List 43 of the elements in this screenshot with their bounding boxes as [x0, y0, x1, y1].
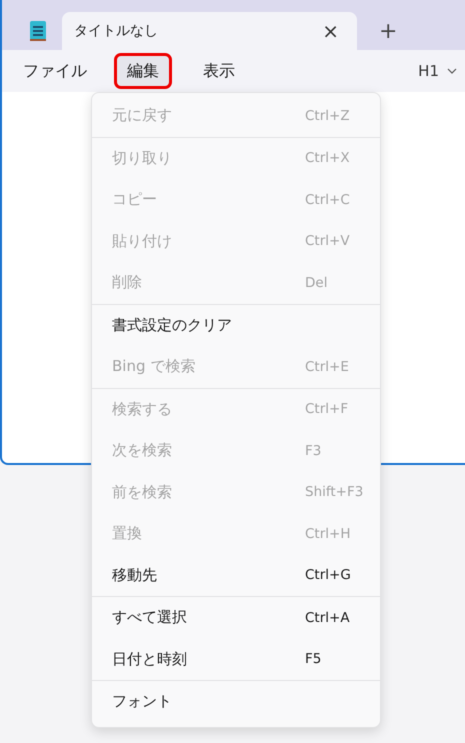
option-label: すべて選択: [112, 608, 188, 628]
option-label: フォント: [112, 692, 173, 712]
menu-item[interactable]: ファイル: [10, 53, 100, 89]
shortcut-text: Shift+F3: [305, 484, 364, 500]
option-label: 元に戻す: [112, 106, 173, 126]
shortcut-text: Ctrl+G: [305, 567, 352, 584]
shortcut-text: Del: [305, 274, 328, 291]
document-tab[interactable]: タイトルなし ×: [62, 12, 357, 50]
option-label: 貼り付け: [112, 232, 173, 251]
shortcut-text: Ctrl+Z: [305, 108, 351, 124]
option-label: 前を検索: [112, 482, 173, 502]
shortcut-text: Ctrl+H: [305, 526, 352, 542]
shortcut-text: F3: [305, 442, 322, 459]
option-label: コピー: [112, 190, 158, 210]
notepad-icon: [28, 19, 48, 43]
tab-title: タイトルなし: [74, 22, 158, 40]
chevron-down-icon: [447, 68, 457, 74]
menu-item[interactable]: 編集: [114, 53, 172, 89]
shortcut-text: Ctrl+X: [305, 150, 351, 166]
option-label: 検索する: [112, 400, 173, 419]
option-label: 書式設定のクリア: [112, 316, 233, 335]
shortcut-text: F5: [305, 651, 322, 668]
option-label: 置換: [112, 524, 143, 544]
shortcut-text: Ctrl+E: [305, 358, 350, 375]
menu-option[interactable]: 書式設定のクリア: [92, 304, 380, 346]
option-label: 切り取り: [112, 148, 173, 168]
heading-dropdown[interactable]: H1: [418, 62, 457, 80]
shortcut-text: Ctrl+F: [305, 401, 350, 418]
option-label: 削除: [112, 273, 143, 292]
shortcut-text: Ctrl+V: [305, 233, 351, 250]
menu-option[interactable]: 移動先 Ctrl+G: [92, 554, 380, 596]
option-label: 次を検索: [112, 441, 173, 460]
option-label: Bing で検索: [112, 357, 196, 376]
option-label: 移動先: [112, 566, 158, 585]
menu-option[interactable]: 日付と時刻 F5: [92, 638, 380, 680]
menu-item[interactable]: 表示: [190, 53, 248, 89]
close-tab-button[interactable]: ×: [318, 19, 343, 43]
menu-option[interactable]: すべて選択 Ctrl+A: [92, 597, 380, 638]
option-label: 日付と時刻: [112, 650, 188, 669]
menu-option[interactable]: フォント: [92, 681, 380, 722]
shortcut-text: Ctrl+C: [305, 192, 351, 208]
shortcut-text: Ctrl+A: [305, 610, 351, 626]
new-tab-button[interactable]: +: [375, 19, 402, 44]
